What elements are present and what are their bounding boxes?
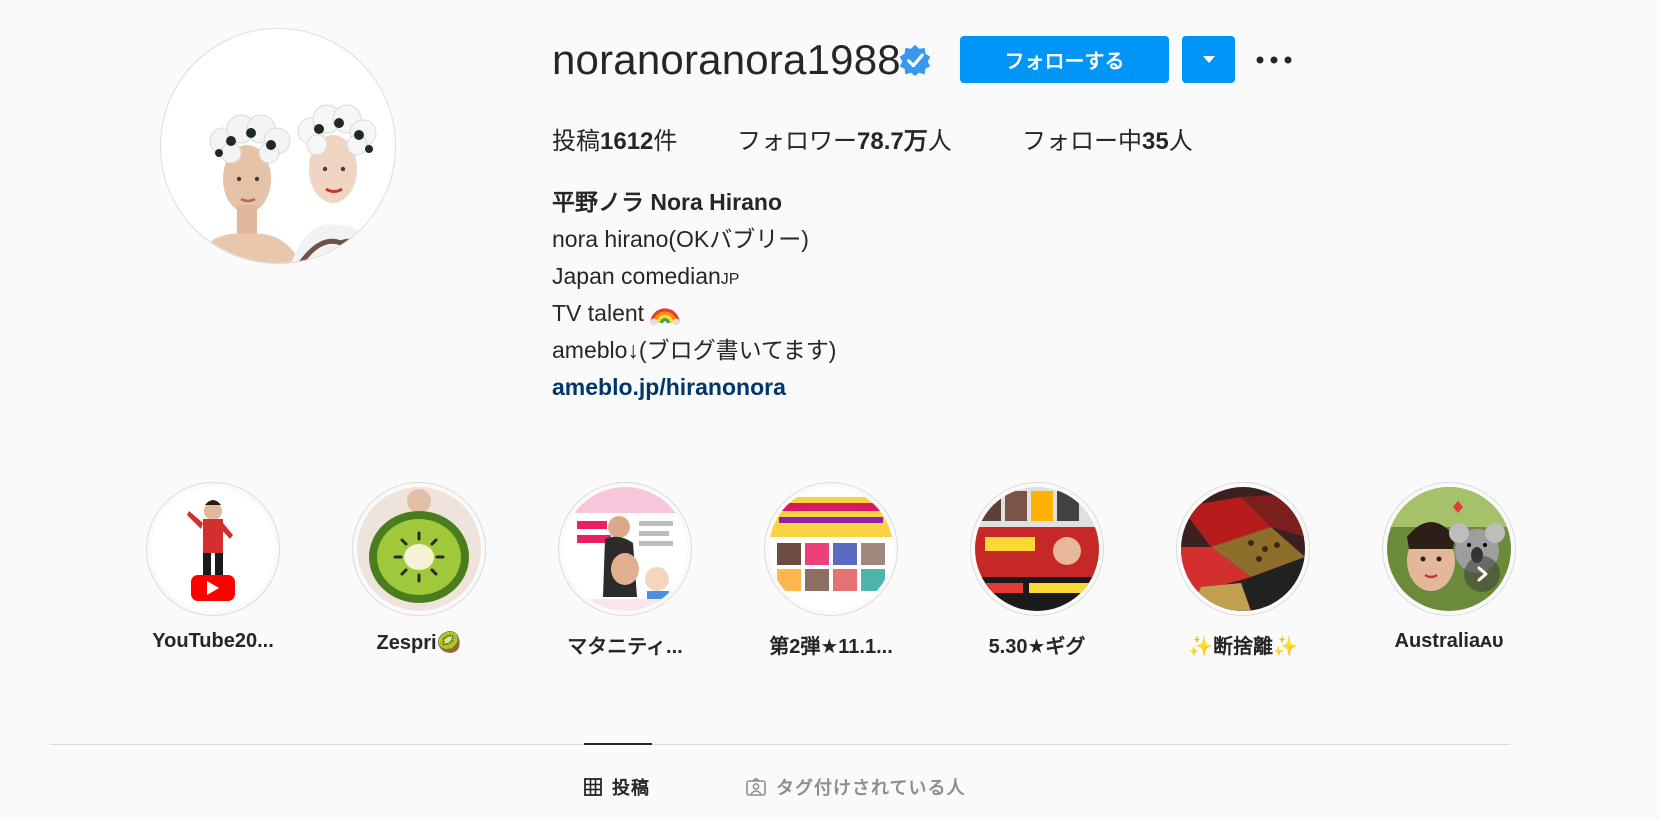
profile-username: noranoranora1988 [552, 36, 901, 83]
highlight-zespri[interactable]: Zespri🥝 [316, 482, 522, 655]
bio-line-1: nora hirano(OKバブリー) [552, 226, 809, 252]
following-number: 35 [1142, 127, 1169, 155]
tab-tagged[interactable]: タグ付けされている人 [746, 772, 965, 802]
bio-link[interactable]: ameblo.jp/hiranonora [552, 374, 786, 400]
highlight-ring [352, 482, 486, 616]
highlight-ring [146, 482, 280, 616]
highlight-label: Australiaᴀᴜ [1394, 630, 1504, 652]
highlight-ring [970, 482, 1104, 616]
highlight-label: 5.30★ギグ [988, 636, 1086, 658]
posts-suffix: 件 [653, 127, 678, 155]
tagged-user-icon [746, 778, 766, 796]
highlight-label: YouTube20... [152, 630, 274, 652]
posts-number: 1612 [600, 127, 654, 155]
highlight-label: マタニティ... [567, 636, 683, 658]
followers-count[interactable]: フォロワー 78.7万人 [737, 121, 1022, 156]
highlight-gig[interactable]: 5.30★ギグ [934, 482, 1140, 659]
profile-full-name: 平野ノラ Nora Hirano [552, 189, 783, 215]
bio-line-2-text: Japan comedian [552, 263, 721, 289]
chevron-right-icon [1477, 566, 1488, 582]
following-suffix: 人 [1168, 127, 1193, 155]
following-count[interactable]: フォロー中 35 人 [1022, 121, 1193, 156]
story-highlights: YouTube20... Zespri🥝 マタニティ... 第2弾★11.1..… [110, 482, 1530, 662]
highlight-ring [764, 482, 898, 616]
highlight-label: ✨断捨離✨ [1188, 636, 1298, 658]
highlights-next-button[interactable] [1464, 556, 1500, 592]
event-poster-icon [769, 487, 893, 611]
bio-line-3-text: TV talent [552, 300, 645, 326]
more-horizontal-icon [1256, 56, 1292, 64]
posts-count: 投稿 1612 件 [552, 121, 737, 156]
highlight-label: Zespri🥝 [376, 632, 462, 654]
grid-icon [584, 778, 602, 796]
clothes-icon [1181, 487, 1305, 611]
tabs-divider [50, 744, 1510, 745]
suggested-dropdown-button[interactable] [1182, 36, 1235, 83]
highlight-maternity[interactable]: マタニティ... [522, 482, 728, 659]
chevron-down-icon [1202, 55, 1215, 63]
profile-page: noranoranora1988 フォローする 投稿 1612 件 フォロワー 78.… [0, 0, 1660, 820]
followers-suffix: 人 [927, 127, 952, 155]
tab-posts-label: 投稿 [612, 778, 650, 798]
active-tab-indicator [584, 743, 652, 745]
posts-label: 投稿 [552, 127, 600, 155]
tab-posts[interactable]: 投稿 [584, 772, 650, 802]
bio-line-2: Japan comedianJP [552, 258, 1252, 295]
followers-number: 78.7万 [857, 127, 928, 155]
profile-bio: 平野ノラ Nora Hirano nora hirano(OKバブリー) Jap… [552, 184, 1252, 406]
highlight-ring [1382, 482, 1516, 616]
tab-tagged-label: タグ付けされている人 [776, 778, 966, 798]
highlight-danshari[interactable]: ✨断捨離✨ [1140, 482, 1346, 659]
highlight-label: 第2弾★11.1... [769, 636, 893, 658]
jp-flag-text: JP [720, 271, 740, 288]
koala-icon [1387, 487, 1511, 611]
follow-button[interactable]: フォローする [960, 36, 1169, 83]
highlight-australia[interactable]: Australiaᴀᴜ [1346, 482, 1552, 653]
following-label: フォロー中 [1022, 127, 1142, 155]
profile-avatar[interactable] [160, 28, 396, 264]
verified-badge-icon [899, 44, 931, 76]
rainbow-emoji-icon [650, 308, 681, 325]
gig-poster-icon [975, 487, 1099, 611]
followers-label: フォロワー [737, 127, 857, 155]
highlight-ring [1176, 482, 1310, 616]
highlight-ring [558, 482, 692, 616]
bio-line-4: ameblo↓(ブログ書いてます) [552, 337, 837, 363]
highlight-event-2[interactable]: 第2弾★11.1... [728, 482, 934, 659]
bio-line-3: TV talent [552, 295, 1252, 332]
more-options-button[interactable] [1254, 44, 1294, 76]
youtube-icon [151, 487, 275, 611]
profile-stats: 投稿 1612 件 フォロワー 78.7万人 フォロー中 35 人 [552, 120, 1193, 156]
highlight-youtube[interactable]: YouTube20... [110, 482, 316, 653]
maternity-icon [563, 487, 687, 611]
kiwi-icon [357, 487, 481, 611]
